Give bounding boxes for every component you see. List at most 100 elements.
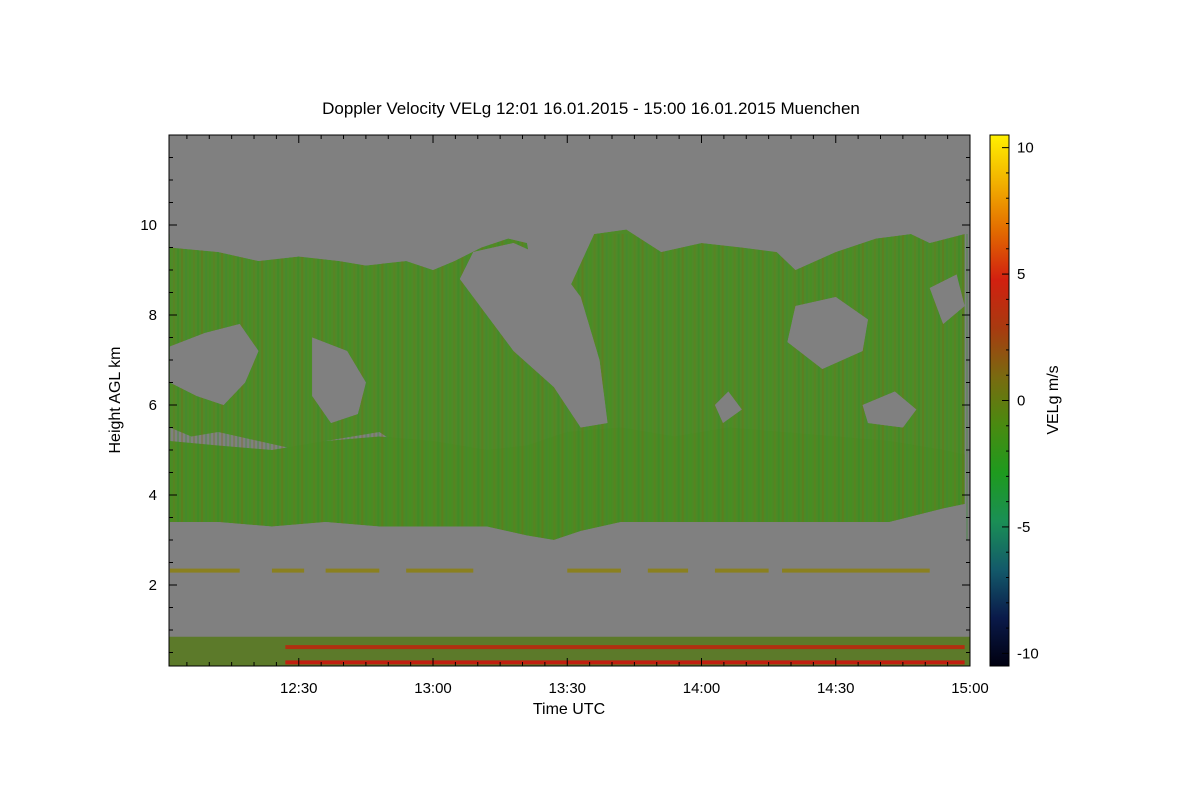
cloud-streak	[837, 234, 840, 540]
cloud-streak	[397, 234, 400, 540]
y-tick-label: 4	[149, 487, 157, 504]
band-1	[271, 568, 305, 573]
cloud-streak	[393, 234, 396, 540]
cloud-streak	[245, 234, 248, 540]
cloud-streak	[661, 234, 664, 540]
cloud-streak	[253, 234, 256, 540]
cloud-streak	[653, 234, 656, 540]
cloud-streak	[405, 234, 408, 540]
y-tick-label: 6	[149, 397, 157, 414]
cloud-streak	[645, 234, 648, 540]
cloud-streak	[373, 234, 376, 540]
x-tick-label: 13:30	[548, 680, 586, 697]
cloud-streak	[689, 234, 692, 540]
cloud-streak	[889, 234, 892, 540]
x-tick-label: 15:00	[951, 680, 989, 697]
band-1	[325, 568, 380, 573]
cloud-streak	[805, 234, 808, 540]
cloud-streak	[617, 234, 620, 540]
cloud-streak	[697, 234, 700, 540]
cloud-streak	[677, 234, 680, 540]
cloud-streak	[857, 234, 860, 540]
band-1	[406, 568, 474, 573]
cloud-streak	[633, 234, 636, 540]
y-axis-label: Height AGL km	[107, 346, 124, 453]
cloud-streak	[913, 234, 916, 540]
band-3	[285, 660, 965, 665]
cloud-streak	[933, 234, 936, 540]
cloud-streak	[457, 234, 460, 540]
cloud-streak	[289, 234, 292, 540]
cloud-streak	[273, 234, 276, 540]
cloud-streak	[293, 234, 296, 540]
cloud-streak	[749, 234, 752, 540]
cloud-streak	[869, 234, 872, 540]
cloud-streak	[757, 234, 760, 540]
cloud-streak	[937, 234, 940, 540]
cloud-streak	[893, 234, 896, 540]
cloud-streak	[425, 234, 428, 540]
cloud-streak	[445, 234, 448, 540]
band-1	[714, 568, 769, 573]
cloud-streak	[625, 234, 628, 540]
cloud-streak	[833, 234, 836, 540]
cloud-streak	[385, 234, 388, 540]
cloud-streak	[801, 234, 804, 540]
cloud-streak	[773, 234, 776, 540]
cloud-streak	[401, 234, 404, 540]
cloud-streak	[417, 234, 420, 540]
cloud-streak	[605, 234, 608, 540]
cloud-streak	[777, 234, 780, 540]
cloud-streak	[769, 234, 772, 540]
cloud-streak	[829, 234, 832, 540]
cloud-streak	[657, 234, 660, 540]
cloud-streak	[673, 234, 676, 540]
cloud-streak	[437, 234, 440, 540]
cloud-streak	[849, 234, 852, 540]
cloud-streak	[649, 234, 652, 540]
cloud-streak	[613, 234, 616, 540]
band-1	[647, 568, 689, 573]
cloud-streak	[721, 234, 724, 540]
cloud-streak	[853, 234, 856, 540]
cloud-streak	[257, 234, 260, 540]
x-tick-label: 12:30	[280, 680, 318, 697]
cloud-streak	[277, 234, 280, 540]
cloud-streak	[681, 234, 684, 540]
cloud-streak	[741, 234, 744, 540]
cloud-streak	[965, 234, 968, 540]
colorbar-tick-label: 10	[1017, 140, 1034, 157]
y-tick-label: 10	[140, 217, 157, 234]
cloud-streak	[641, 234, 644, 540]
cloud-streak	[433, 234, 436, 540]
x-axis-label: Time UTC	[533, 701, 605, 718]
cloud-streak	[925, 234, 928, 540]
cloud-streak	[737, 234, 740, 540]
cloud-streak	[789, 234, 792, 540]
cloud-streak	[421, 234, 424, 540]
cloud-streak	[821, 234, 824, 540]
cloud-streak	[781, 234, 784, 540]
cloud-streak	[389, 234, 392, 540]
cloud-streak	[429, 234, 432, 540]
cloud-streak	[665, 234, 668, 540]
cloud-streak	[269, 234, 272, 540]
cloud-streak	[265, 234, 268, 540]
y-tick-label: 2	[149, 577, 157, 594]
cloud-streak	[813, 234, 816, 540]
cloud-streak	[413, 234, 416, 540]
cloud-streak	[861, 234, 864, 540]
band-1	[169, 568, 240, 573]
cloud-streak	[261, 234, 264, 540]
cloud-streak	[685, 234, 688, 540]
cloud-streak	[817, 234, 820, 540]
cloud-streak	[905, 234, 908, 540]
cloud-streak	[825, 234, 828, 540]
cloud-streak	[957, 234, 960, 540]
cloud-streak	[785, 234, 788, 540]
cloud-streak	[901, 234, 904, 540]
cloud-streak	[241, 234, 244, 540]
colorbar-tick-label: 0	[1017, 393, 1025, 410]
cloud-streak	[629, 234, 632, 540]
chart-title: Doppler Velocity VELg 12:01 16.01.2015 -…	[322, 99, 860, 118]
